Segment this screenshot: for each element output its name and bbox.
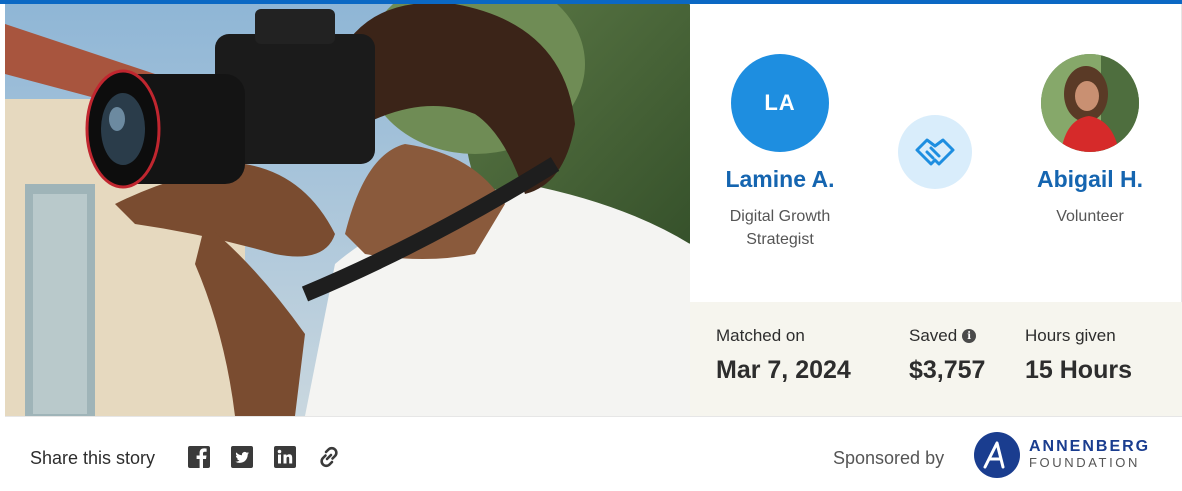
linkedin-icon[interactable] [271,443,299,471]
mentor-name: Lamine A. [725,166,835,192]
link-icon[interactable] [315,443,343,471]
stat-saved: Saved i $3,757 [909,326,985,385]
mentor-initials: LA [764,90,796,115]
story-photo [5,4,690,416]
mentor-avatar: LA [731,54,829,152]
stat-saved-value: $3,757 [909,356,986,384]
mentor-profile: LA Lamine A. Digital Growth Strategist [690,54,870,251]
stat-saved-label: Saved [909,326,958,345]
stat-hours-label: Hours given [1025,326,1116,345]
handshake-icon [898,115,972,189]
sponsor-name-line1: ANNENBERG [1029,438,1151,455]
stat-hours-value: 15 Hours [1025,356,1132,384]
info-icon[interactable]: i [962,329,977,343]
share-label: Share this story [30,448,156,468]
mentee-avatar [1041,54,1139,152]
mentor-role: Digital Growth Strategist [690,205,870,251]
match-stats: Matched on Mar 7, 2024 Saved i $3,757 Ho… [690,302,1182,416]
facebook-icon[interactable] [185,443,213,471]
twitter-icon[interactable] [228,443,256,471]
sponsor-name-line2: FOUNDATION [1029,455,1140,470]
story-footer: Share this story Sponsored by ANNENBERG … [5,416,1182,491]
annenberg-logo-mark [974,432,1020,478]
story-card: LA Lamine A. Digital Growth Strategist A… [5,4,1182,491]
mentee-profile: Abigail H. Volunteer [1000,54,1180,228]
mentee-name: Abigail H. [1036,166,1144,192]
mentor-role-line2: Strategist [746,231,814,248]
stat-matched: Matched on Mar 7, 2024 [716,326,851,385]
stat-matched-label: Matched on [716,326,805,345]
mentor-role-line1: Digital Growth [729,208,831,225]
mentee-role: Volunteer [1056,208,1124,225]
sponsored-label: Sponsored by [833,448,945,468]
stat-hours: Hours given 15 Hours [1025,326,1132,385]
stat-matched-value: Mar 7, 2024 [716,356,851,384]
match-profiles: LA Lamine A. Digital Growth Strategist A… [690,4,1182,302]
sponsor-logo[interactable]: ANNENBERG FOUNDATION [973,431,1150,479]
